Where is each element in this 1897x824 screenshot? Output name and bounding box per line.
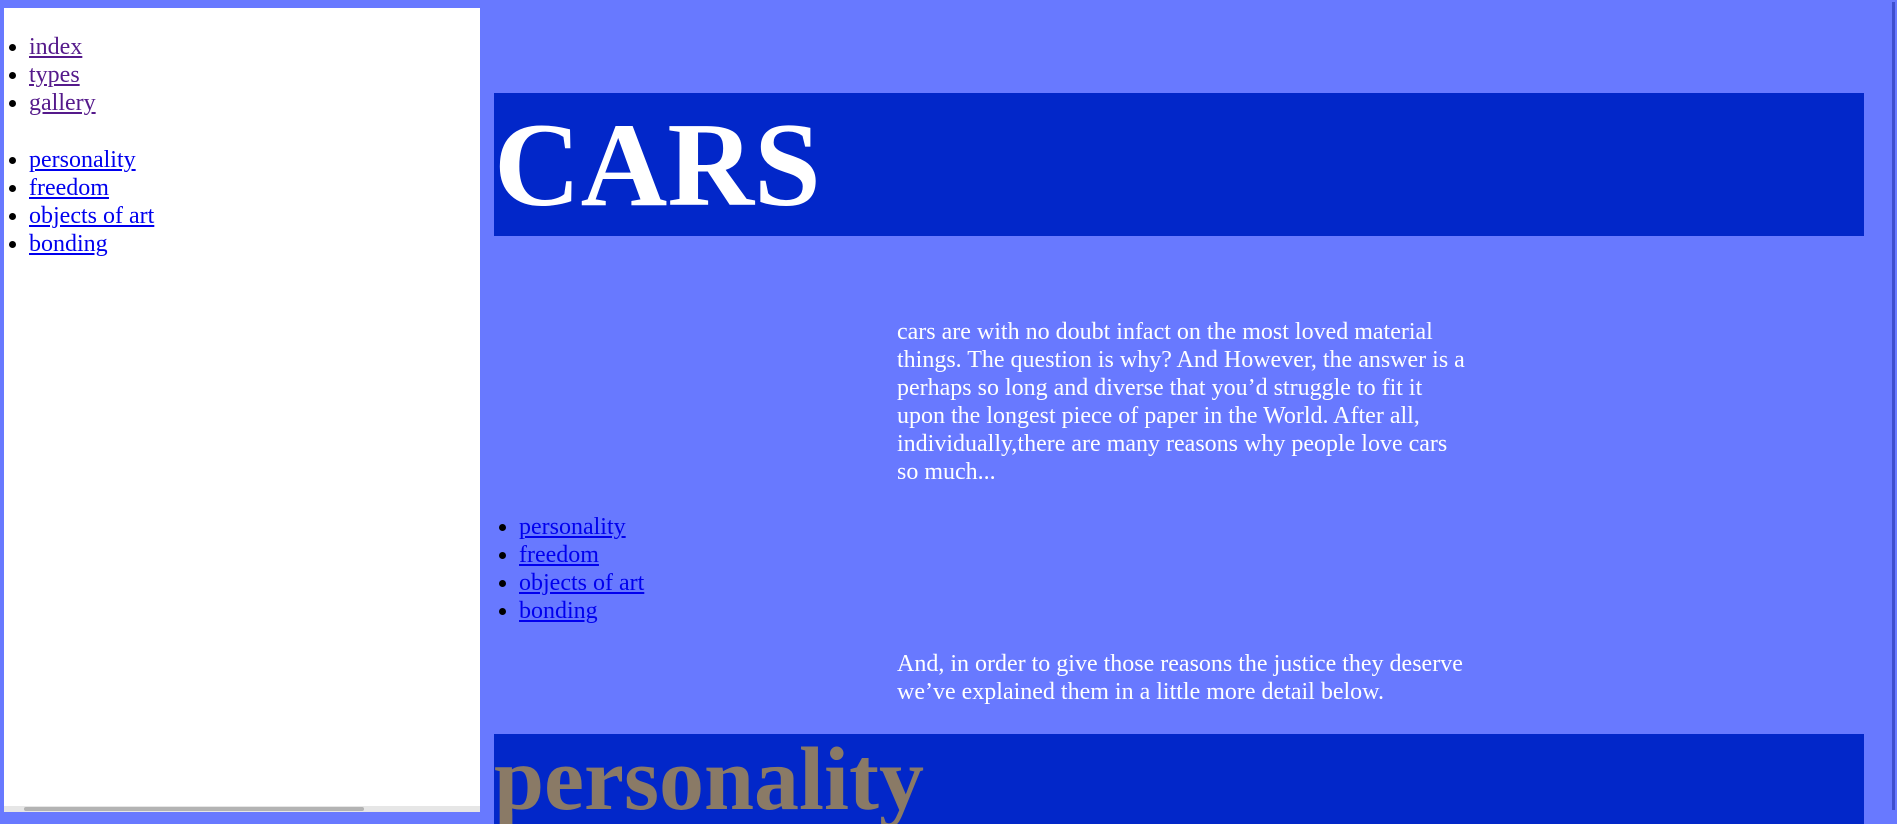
list-item: gallery — [29, 89, 480, 117]
list-item: types — [29, 61, 480, 89]
content-link-freedom[interactable]: freedom — [519, 542, 599, 568]
sidebar-link-personality[interactable]: personality — [29, 147, 136, 173]
list-item: personality — [519, 513, 644, 541]
sidebar-link-freedom[interactable]: freedom — [29, 175, 109, 201]
section-nav-list: personality freedom objects of art bondi… — [4, 146, 480, 258]
list-item: objects of art — [519, 569, 644, 597]
list-item: freedom — [29, 174, 480, 202]
section-banner-personality: personality — [494, 734, 1864, 824]
list-item: bonding — [29, 230, 480, 258]
list-item: index — [29, 33, 480, 61]
title-banner: CARS — [494, 93, 1864, 236]
sidebar-link-bonding[interactable]: bonding — [29, 231, 108, 257]
page-title: CARS — [494, 98, 821, 231]
content-link-personality[interactable]: personality — [519, 514, 626, 540]
content-link-list: personality freedom objects of art bondi… — [494, 513, 644, 625]
scrollbar-thumb[interactable] — [24, 807, 364, 811]
content-link-objects-of-art[interactable]: objects of art — [519, 570, 644, 596]
primary-nav-list: index types gallery — [4, 33, 480, 117]
sidebar: index types gallery personality freedom … — [4, 8, 480, 812]
nav-link-index[interactable]: index — [29, 34, 82, 60]
sidebar-horizontal-scrollbar[interactable] — [4, 806, 480, 812]
scrollbar-thumb[interactable] — [1892, 2, 1895, 810]
sidebar-link-objects-of-art[interactable]: objects of art — [29, 203, 154, 229]
intro-paragraph: cars are with no doubt infact on the mos… — [897, 319, 1465, 485]
list-item: personality — [29, 146, 480, 174]
page-vertical-scrollbar[interactable] — [1890, 0, 1897, 812]
followup-paragraph: And, in order to give those reasons the … — [897, 651, 1463, 705]
section-heading: personality — [494, 734, 925, 824]
list-item: freedom — [519, 541, 644, 569]
content-link-bonding[interactable]: bonding — [519, 598, 598, 624]
list-item: bonding — [519, 597, 644, 625]
nav-link-gallery[interactable]: gallery — [29, 90, 96, 116]
list-item: objects of art — [29, 202, 480, 230]
nav-link-types[interactable]: types — [29, 62, 80, 88]
